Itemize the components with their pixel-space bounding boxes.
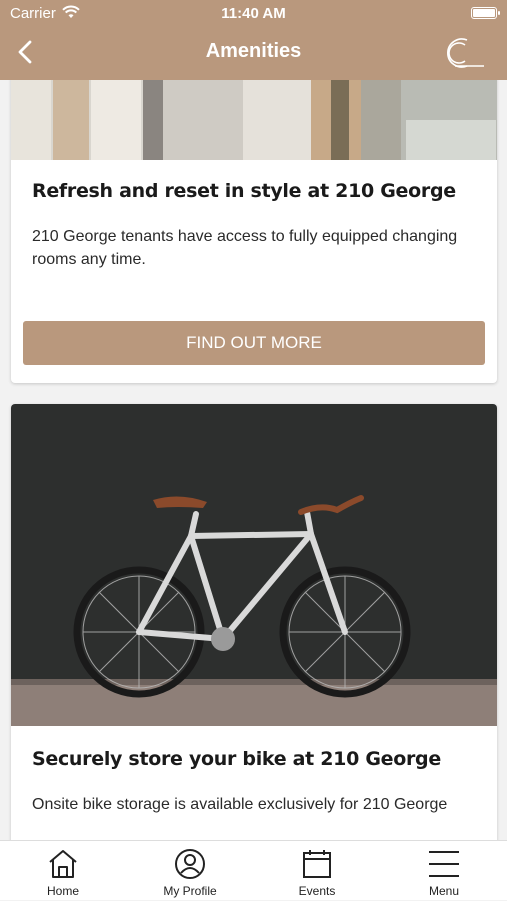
card-description: Onsite bike storage is available exclusi…: [32, 796, 448, 813]
status-bar: Carrier 11:40 AM: [0, 0, 507, 28]
tab-home[interactable]: Home: [0, 841, 126, 901]
amenity-card-bike-storage[interactable]: Securely store your bike at 210 George O…: [11, 404, 497, 840]
tab-label: Home: [46, 884, 79, 898]
tab-label: My Profile: [163, 884, 217, 898]
amenities-list[interactable]: Refresh and reset in style at 210 George…: [0, 80, 507, 840]
home-icon: [49, 850, 77, 878]
card-title: Securely store your bike at 210 George: [32, 748, 441, 770]
brand-logo-icon: [447, 38, 484, 68]
page-title: Amenities: [205, 40, 302, 62]
find-out-more-button[interactable]: FIND OUT MORE: [23, 321, 485, 365]
tab-label: Menu: [428, 884, 460, 898]
profile-icon: [175, 849, 205, 879]
tab-menu[interactable]: Menu: [381, 841, 507, 901]
card-title: Refresh and reset in style at 210 George: [32, 180, 456, 202]
card-description: 210 George tenants have access to fully …: [32, 228, 458, 268]
tab-events[interactable]: Events: [254, 841, 380, 901]
tab-bar: Home My Profile Events Menu: [0, 840, 507, 900]
calendar-icon: [303, 850, 331, 878]
status-time: 11:40 AM: [221, 5, 286, 22]
menu-icon: [429, 851, 459, 877]
bicycle-image: [11, 404, 497, 726]
tab-my-profile[interactable]: My Profile: [127, 841, 253, 901]
amenity-card-changing-rooms[interactable]: Refresh and reset in style at 210 George…: [11, 80, 497, 383]
tab-label: Events: [298, 884, 336, 898]
changing-room-image: [11, 80, 497, 160]
battery-icon: [471, 7, 500, 19]
app-header: Carrier 11:40 AM Amenities: [0, 0, 507, 80]
